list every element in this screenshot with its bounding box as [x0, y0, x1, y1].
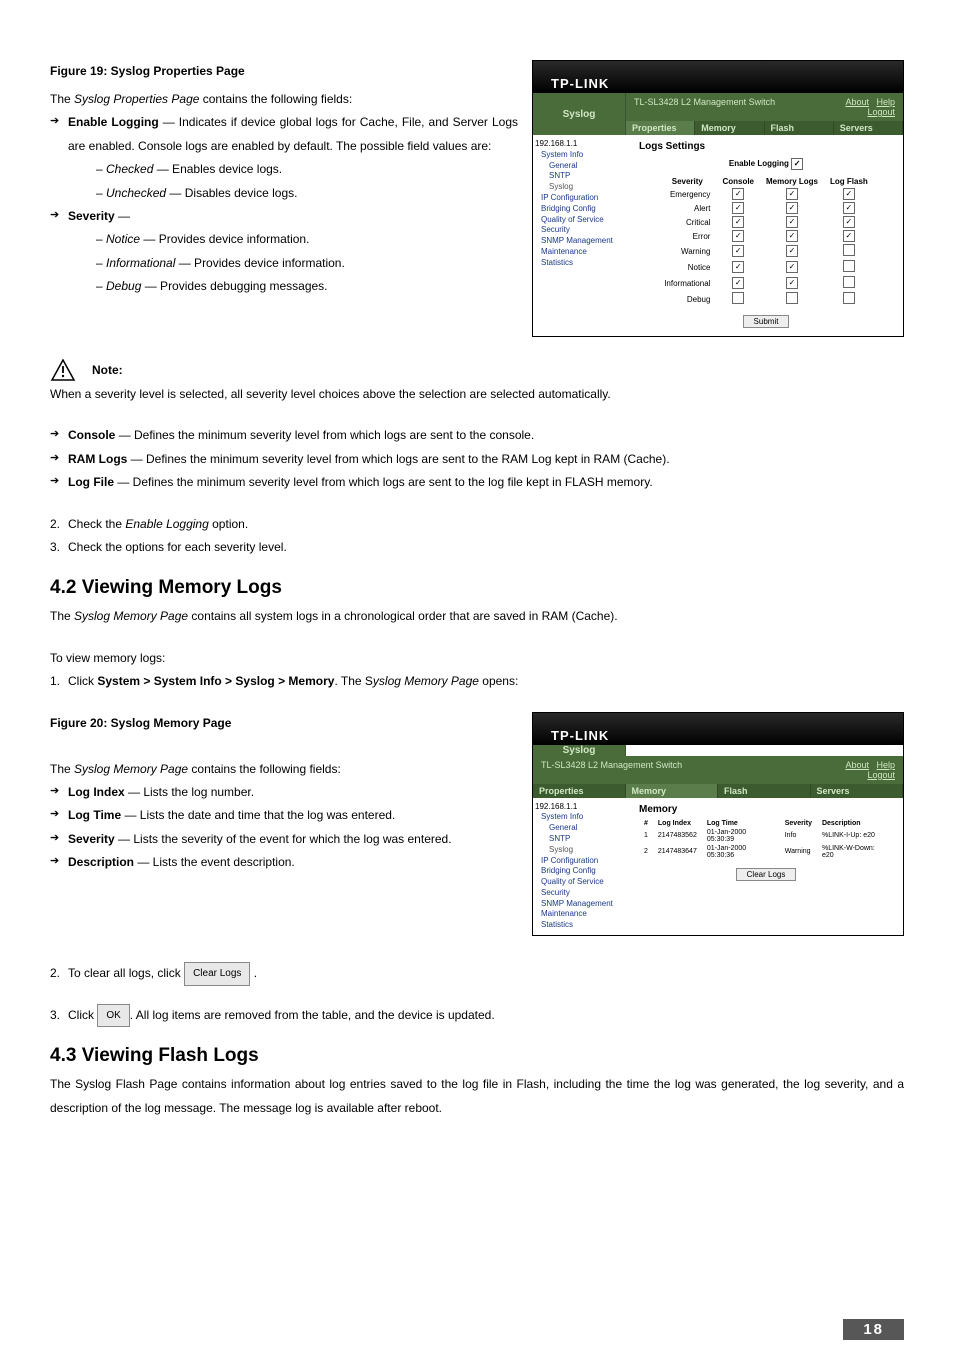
help-link[interactable]: Help [876, 97, 895, 107]
mgmt-title-2: TL-SL3428 L2 Management Switch [541, 760, 682, 780]
brand-bar-2: TP-LINK [533, 713, 903, 745]
li-ram: RAM Logs — Defines the minimum severity … [50, 448, 904, 471]
step-3: 3.Check the options for each severity le… [50, 536, 904, 559]
li-logindex: Log Index — Lists the log number. [50, 781, 904, 804]
li-sev-info: – Informational — Provides device inform… [68, 252, 904, 275]
tree2-stats[interactable]: Statistics [535, 920, 627, 931]
section-4-3: 4.3 Viewing Flash Logs [50, 1045, 904, 1067]
clear-step: 2.To clear all logs, click Clear Logs . [50, 962, 904, 986]
brand-logo-2: TP-LINK [551, 728, 609, 743]
brand-logo: TP-LINK [551, 76, 609, 91]
tree2-snmp[interactable]: SNMP Management [535, 899, 627, 910]
submit-button[interactable]: Submit [743, 315, 790, 328]
li-checked: – Checked — Enables device logs. [68, 158, 904, 181]
clear-logs-button[interactable]: Clear Logs [184, 962, 250, 986]
li-logtime: Log Time — Lists the date and time that … [50, 804, 904, 827]
li-file: Log File — Defines the minimum severity … [50, 471, 904, 494]
li-console: Console — Defines the minimum severity l… [50, 424, 904, 447]
ok-step: 3.Click OK. All log items are removed fr… [50, 1004, 904, 1028]
help-link-2[interactable]: Help [876, 760, 895, 770]
mem-view: To view memory logs: [50, 647, 904, 670]
note-text: When a severity level is selected, all s… [50, 383, 904, 406]
li-severity: Severity — – Notice — Provides device in… [50, 205, 904, 299]
about-link[interactable]: About [845, 97, 869, 107]
li-enable-logging: Enable Logging — Indicates if device glo… [50, 111, 904, 205]
note-label: Note: [92, 363, 123, 377]
brand-bar: TP-LINK [533, 61, 903, 93]
mem-step-1: 1.Click System > System Info > Syslog > … [50, 670, 904, 693]
li-sev-notice: – Notice — Provides device information. [68, 228, 904, 251]
tree2-security[interactable]: Security [535, 888, 627, 899]
logout-link-2[interactable]: Logout [867, 770, 895, 780]
note-row: Note: [50, 359, 904, 381]
about-link-2[interactable]: About [845, 760, 869, 770]
li-memsev: Severity — Lists the severity of the eve… [50, 828, 904, 851]
tree2-qos[interactable]: Quality of Service [535, 877, 627, 888]
step-2: 2.Check the Enable Logging option. [50, 513, 904, 536]
li-unchecked: – Unchecked — Disables device logs. [68, 182, 904, 205]
tree2-maint[interactable]: Maintenance [535, 909, 627, 920]
li-memdesc: Description — Lists the event descriptio… [50, 851, 904, 874]
ok-button[interactable]: OK [97, 1004, 129, 1028]
section-4-2: 4.2 Viewing Memory Logs [50, 577, 904, 599]
li-sev-debug: – Debug — Provides debugging messages. [68, 275, 904, 298]
warning-icon [50, 359, 76, 381]
flash-intro: The Syslog Flash Page contains informati… [50, 1073, 904, 1120]
syslog-side-label-2: Syslog [533, 745, 626, 756]
mem-intro: The Syslog Memory Page contains all syst… [50, 605, 904, 628]
mgmt-bar-2: TL-SL3428 L2 Management Switch About Hel… [533, 756, 903, 784]
page-number: 18 [843, 1319, 904, 1340]
